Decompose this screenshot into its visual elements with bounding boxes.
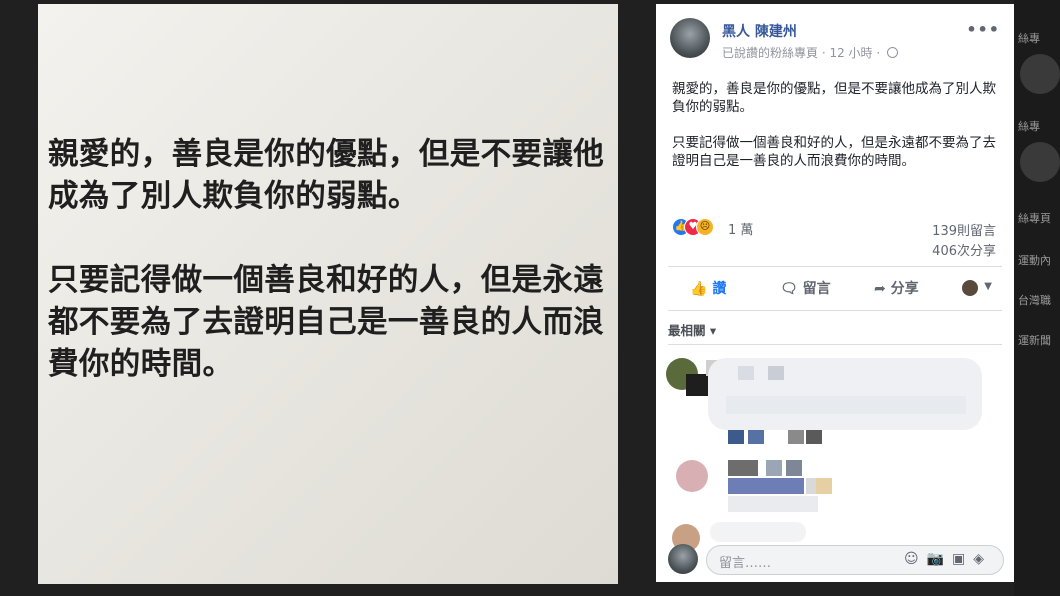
mosaic-block [786,460,802,476]
post-body: 親愛的，善良是你的優點，但是不要讓他成為了別人欺負你的弱點。 只要記得做一個善良… [672,80,998,188]
post-paragraph-1: 親愛的，善良是你的優點，但是不要讓他成為了別人欺負你的弱點。 [672,81,996,115]
edge-label: 絲專頁 [1018,212,1051,225]
sticker-icon[interactable]: ◈ [973,551,992,567]
edge-label: 絲專 [1018,32,1040,45]
more-options-icon[interactable]: ••• [966,20,1000,39]
mosaic-block [816,478,832,494]
blurred-comments [666,356,1004,552]
edge-avatar [1020,54,1060,94]
share-label: 分享 [890,281,919,297]
photo-paragraph-2: 只要記得做一個善良和好的人，但是永遠都不要為了去證明自己是一善良的人而浪費你的時… [48,263,605,382]
comments-count[interactable]: 139則留言 [932,220,996,239]
mosaic-block [788,430,804,444]
mosaic-block [728,478,804,494]
post-meta: 已說讚的粉絲專頁 · 12 小時 · [722,44,898,61]
post-photo[interactable]: 親愛的，善良是你的優點，但是不要讓他成為了別人欺負你的弱點。 只要記得做一個善良… [38,4,618,584]
edge-label: 絲專 [1018,120,1040,133]
comment-avatar[interactable] [676,460,708,492]
mosaic-block [766,460,782,476]
reaction-count[interactable]: 1 萬 [728,219,753,238]
post-paragraph-2: 只要記得做一個善良和好的人，但是永遠都不要為了去證明自己是一善良的人而浪費你的時… [672,135,996,169]
photo-text: 親愛的，善良是你的優點，但是不要讓他成為了別人欺負你的弱點。 只要記得做一個善良… [48,134,616,428]
comment-bubble [710,522,806,542]
author-name[interactable]: 黑人 陳建州 [722,21,797,41]
globe-icon [887,47,898,58]
comment-label: 留言 [802,281,831,297]
post-panel: 黑人 陳建州 已說讚的粉絲專頁 · 12 小時 · ••• 親愛的，善良是你的優… [656,4,1014,582]
mosaic-block [686,374,708,396]
right-edge-sidebar: 絲專 絲專 絲專頁 運動內 台灣職 運新聞 [1014,0,1060,596]
mosaic-block [726,396,966,414]
author-avatar[interactable] [670,18,710,58]
mosaic-block [728,460,758,476]
sad-reaction-icon: ☹ [696,218,714,236]
like-button[interactable]: 👍 讚 [690,278,726,298]
post-as-avatar[interactable] [962,280,978,296]
mosaic-block [748,430,764,444]
camera-icon[interactable]: 📷 [927,551,952,567]
reactions-bar: 👍 ♥ ☹ 1 萬 139則留言 406次分享 [672,218,1002,259]
post-header: 黑人 陳建州 已說讚的粉絲專頁 · 12 小時 · ••• [670,18,1000,68]
gif-icon[interactable]: ▣ [952,551,973,567]
comment-sort-dropdown[interactable]: 最相關 ▾ [668,320,716,339]
chevron-down-icon[interactable]: ▼ [984,281,992,292]
post-meta-text: 已說讚的粉絲專頁 · 12 小時 · [722,46,881,60]
edge-label: 運新聞 [1018,334,1051,347]
share-icon: ➦ [874,281,891,297]
composer-icons: ☺📷▣◈ [904,551,992,567]
emoji-icon[interactable]: ☺ [904,551,927,567]
edge-label: 台灣職 [1018,294,1051,307]
mosaic-block [728,496,818,512]
mosaic-block [738,366,754,380]
mosaic-block [728,430,744,444]
like-label: 讚 [712,281,727,297]
comment-composer: 留言…… ☺📷▣◈ [666,542,1004,578]
thumbs-up-icon: 👍 [690,281,713,297]
divider [668,344,1002,345]
comment-icon: 🗨 [780,281,803,297]
photo-paragraph-1: 親愛的，善良是你的優點，但是不要讓他成為了別人欺負你的弱點。 [48,137,605,214]
mosaic-block [806,430,822,444]
share-button[interactable]: ➦ 分享 [874,278,919,298]
shares-count[interactable]: 406次分享 [932,240,996,259]
edge-label: 運動內 [1018,254,1051,267]
composer-avatar [668,544,698,574]
post-actions: 👍 讚 🗨 留言 ➦ 分享 ▼ [668,270,1002,308]
divider [668,310,1002,311]
mosaic-block [768,366,784,380]
comment-button[interactable]: 🗨 留言 [780,278,831,298]
comment-input-placeholder: 留言…… [719,556,772,571]
divider [668,266,1002,267]
edge-avatar [1020,142,1060,182]
